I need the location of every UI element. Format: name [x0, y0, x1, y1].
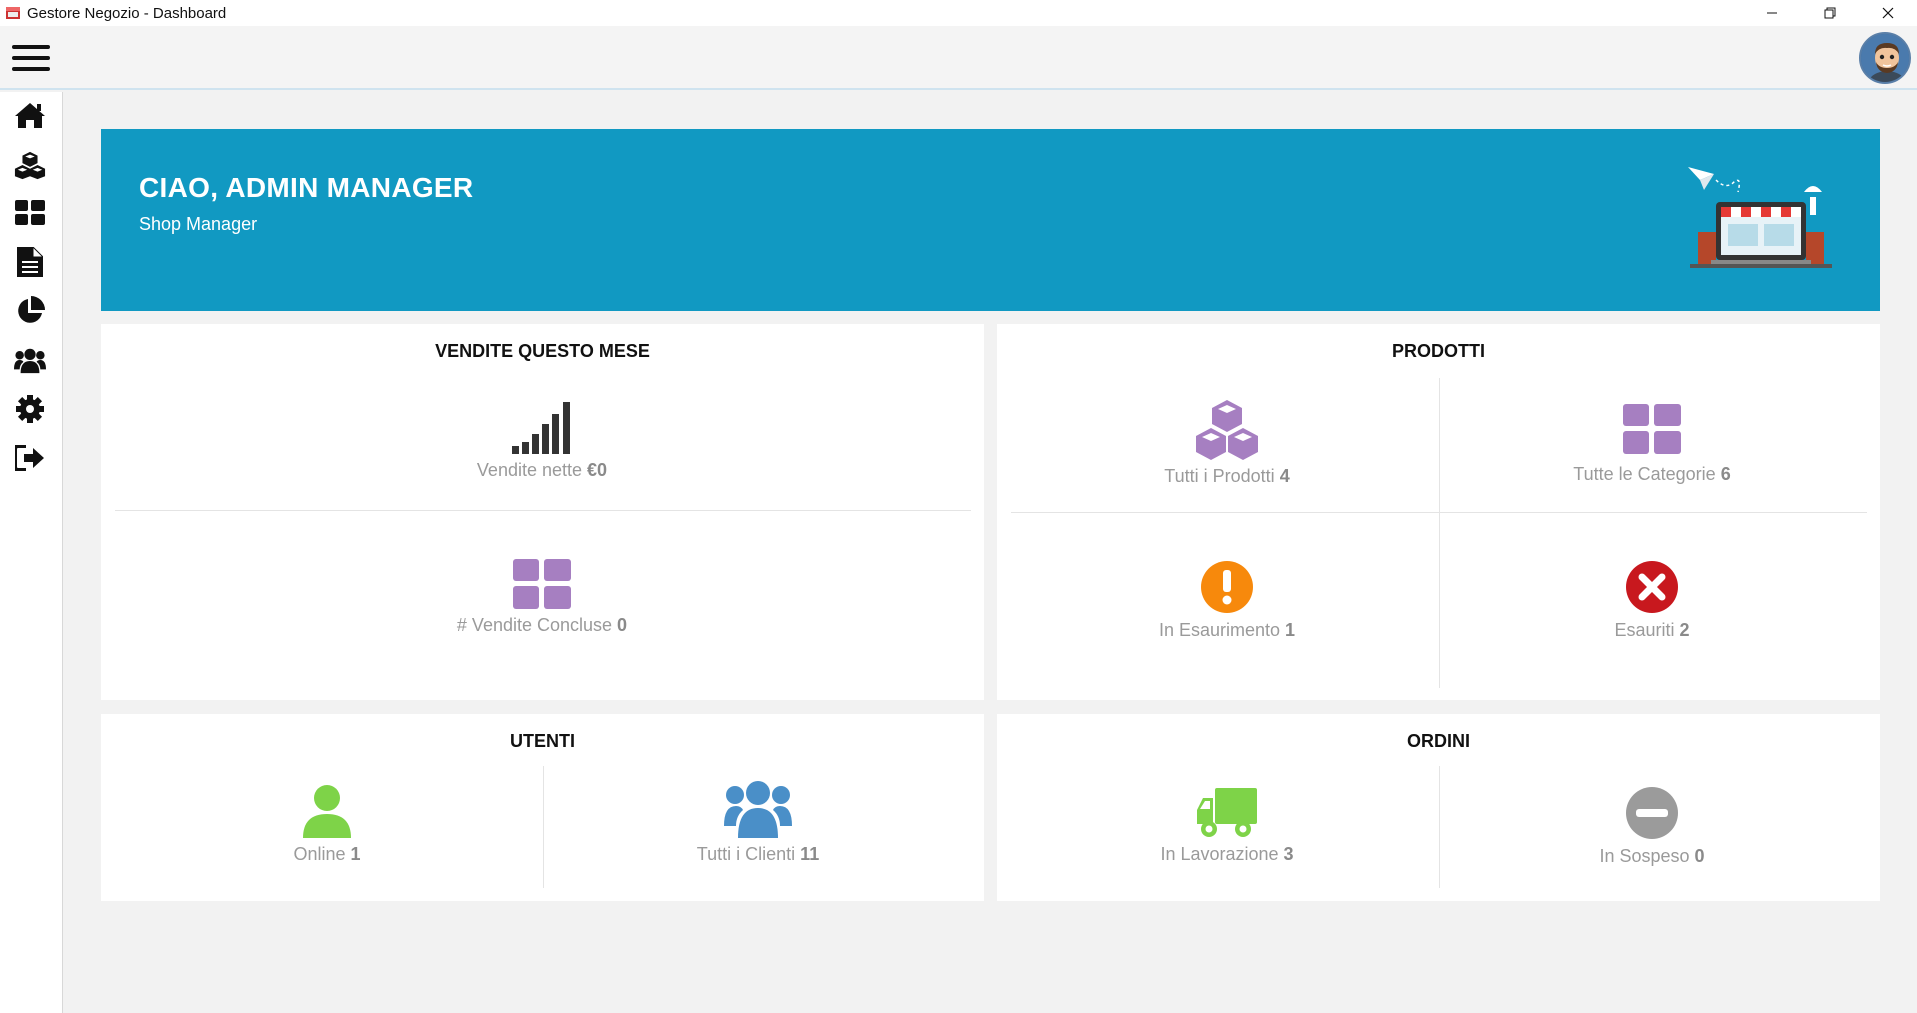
processing-orders-value: 3 — [1283, 844, 1294, 864]
pending-orders-value: 0 — [1694, 846, 1705, 866]
users-card: UTENTI Online 1 Tutti i Clienti 11 — [101, 714, 984, 901]
out-of-stock-stat[interactable]: Esauriti 2 — [1452, 560, 1852, 641]
file-text-icon[interactable] — [14, 246, 46, 278]
signal-bars-icon — [342, 402, 742, 454]
products-card: PRODOTTI Tutti i Prodotti 4 Tutte le Cat… — [997, 324, 1880, 700]
net-sales-value: €0 — [587, 460, 608, 480]
sign-out-icon[interactable] — [14, 442, 46, 474]
closed-sales-stat[interactable]: # Vendite Concluse 0 — [342, 559, 742, 636]
sidebar — [0, 92, 63, 1013]
window-title: Gestore Negozio - Dashboard — [27, 4, 227, 22]
all-categories-stat[interactable]: Tutte le Categorie 6 — [1452, 404, 1852, 485]
users-icon[interactable] — [14, 344, 46, 376]
gear-icon[interactable] — [14, 393, 46, 425]
all-products-label: Tutti i Prodotti — [1164, 466, 1275, 486]
th-large-icon — [342, 559, 742, 609]
processing-orders-stat[interactable]: In Lavorazione 3 — [1027, 788, 1427, 865]
products-card-title: PRODOTTI — [1392, 341, 1485, 361]
role-subtitle: Shop Manager — [139, 214, 258, 234]
exclamation-circle-icon — [1027, 560, 1427, 614]
low-stock-value: 1 — [1285, 620, 1296, 640]
th-large-icon[interactable] — [14, 197, 46, 229]
out-of-stock-label: Esauriti — [1614, 620, 1675, 640]
all-products-value: 4 — [1279, 466, 1290, 486]
all-categories-value: 6 — [1720, 464, 1731, 484]
net-sales-stat[interactable]: Vendite nette €0 — [342, 402, 742, 481]
online-users-label: Online — [293, 844, 346, 864]
pie-chart-icon[interactable] — [14, 295, 46, 327]
users-card-title: UTENTI — [510, 731, 575, 751]
sales-card-title: VENDITE QUESTO MESE — [435, 341, 650, 361]
net-sales-label: Vendite nette — [476, 460, 583, 480]
greeting-title: CIAO, ADMIN MANAGER — [139, 172, 474, 203]
home-icon[interactable] — [14, 99, 46, 131]
times-circle-icon — [1452, 560, 1852, 614]
closed-sales-value: 0 — [617, 615, 628, 635]
all-products-stat[interactable]: Tutti i Prodotti 4 — [1027, 400, 1427, 487]
orders-card-title: ORDINI — [1407, 731, 1470, 751]
top-bar — [0, 26, 1917, 90]
out-of-stock-value: 2 — [1679, 620, 1690, 640]
cubes-icon[interactable] — [14, 149, 46, 181]
minimize-button[interactable] — [1743, 0, 1801, 26]
all-clients-value: 11 — [800, 844, 820, 864]
shop-illustration — [1686, 162, 1836, 272]
low-stock-stat[interactable]: In Esaurimento 1 — [1027, 560, 1427, 641]
welcome-banner: CIAO, ADMIN MANAGER Shop Manager — [101, 129, 1880, 311]
pending-orders-label: In Sospeso — [1599, 846, 1690, 866]
all-clients-stat[interactable]: Tutti i Clienti 11 — [558, 780, 958, 865]
users-icon — [558, 780, 958, 838]
user-icon — [127, 784, 527, 838]
orders-card: ORDINI In Lavorazione 3 In Sospeso 0 — [997, 714, 1880, 901]
hamburger-menu-icon[interactable] — [12, 45, 50, 71]
close-button[interactable] — [1859, 0, 1917, 26]
restore-button[interactable] — [1801, 0, 1859, 26]
th-large-icon — [1452, 404, 1852, 454]
minus-circle-icon — [1452, 786, 1852, 840]
window-titlebar: Gestore Negozio - Dashboard — [0, 0, 1917, 26]
processing-orders-label: In Lavorazione — [1160, 844, 1279, 864]
all-categories-label: Tutte le Categorie — [1573, 464, 1716, 484]
sales-card: VENDITE QUESTO MESE Vendite nette €0 # V… — [101, 324, 984, 700]
app-icon — [5, 6, 21, 20]
truck-icon — [1027, 788, 1427, 838]
user-avatar[interactable] — [1859, 32, 1911, 84]
cubes-icon — [1027, 400, 1427, 460]
online-users-value: 1 — [350, 844, 361, 864]
pending-orders-stat[interactable]: In Sospeso 0 — [1452, 786, 1852, 867]
low-stock-label: In Esaurimento — [1158, 620, 1281, 640]
all-clients-label: Tutti i Clienti — [696, 844, 796, 864]
online-users-stat[interactable]: Online 1 — [127, 784, 527, 865]
closed-sales-label: # Vendite Concluse — [456, 615, 613, 635]
